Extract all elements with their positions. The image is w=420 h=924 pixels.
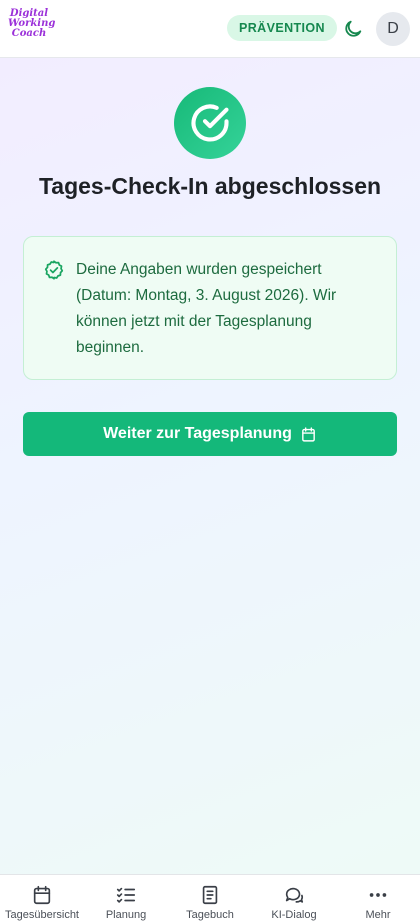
nav-label: Planung — [105, 909, 147, 921]
notebook-icon — [202, 885, 218, 905]
badge-check-icon — [44, 260, 64, 280]
app-header: Digital Working Coach PRÄVENTION D — [0, 0, 420, 58]
chat-bubbles-icon — [285, 887, 304, 903]
nav-label: KI-Dialog — [271, 909, 317, 921]
confirmation-message: Deine Angaben wurden gespeichert (Datum:… — [76, 261, 337, 356]
list-checks-icon — [116, 887, 136, 903]
nav-item-planung[interactable]: Planung — [84, 875, 168, 924]
moon-icon — [345, 20, 362, 37]
continue-button-label: Weiter zur Tagesplanung — [103, 425, 292, 442]
calendar-icon — [302, 426, 315, 442]
page-title: Tages-Check-In abgeschlossen — [38, 173, 382, 199]
more-dots-icon — [369, 893, 387, 897]
bottom-navigation: Tagesübersicht Planung Tagebuch KI-Dialo… — [0, 874, 420, 924]
check-circle-icon — [191, 104, 229, 142]
nav-item-tagesuebersicht[interactable]: Tagesübersicht — [0, 875, 84, 924]
logo-line-3: Coach — [11, 28, 47, 39]
nav-label: Tagesübersicht — [5, 909, 79, 921]
nav-item-ki-dialog[interactable]: KI-Dialog — [252, 875, 336, 924]
mode-badge: PRÄVENTION — [227, 15, 337, 41]
theme-toggle-button[interactable] — [342, 18, 364, 40]
success-indicator — [174, 87, 246, 159]
calendar-icon — [33, 885, 51, 905]
continue-to-planning-button[interactable]: Weiter zur Tagesplanung — [23, 412, 397, 456]
nav-label: Tagebuch — [186, 909, 234, 921]
app-logo[interactable]: Digital Working Coach — [8, 9, 55, 49]
user-avatar[interactable]: D — [376, 12, 410, 46]
nav-item-tagebuch[interactable]: Tagebuch — [168, 875, 252, 924]
nav-label: Mehr — [365, 909, 391, 921]
nav-item-mehr[interactable]: Mehr — [336, 875, 420, 924]
confirmation-notice: Deine Angaben wurden gespeichert (Datum:… — [23, 236, 397, 380]
